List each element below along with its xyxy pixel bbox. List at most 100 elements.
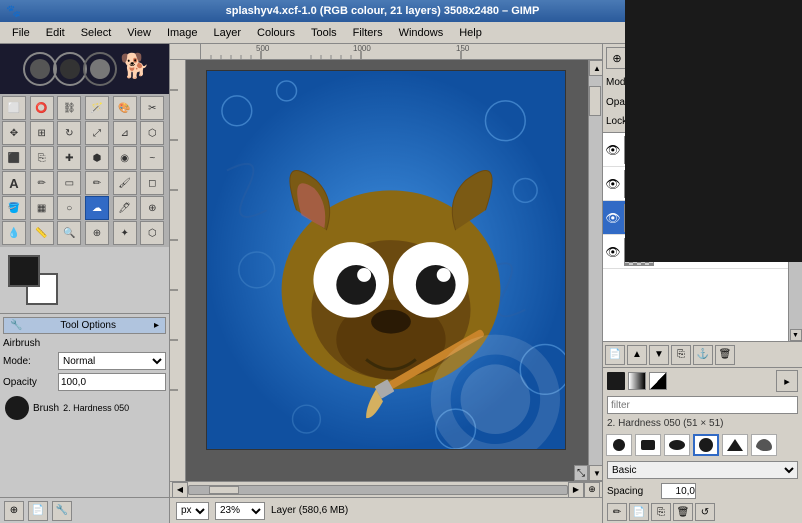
duplicate-layer-btn[interactable]: ⎘	[671, 345, 691, 365]
tool-rect-fill[interactable]: ▭	[57, 171, 81, 195]
brush-item[interactable]	[606, 434, 632, 456]
zoom-select[interactable]: 23%	[215, 502, 265, 520]
brush-edit-btn[interactable]: ✏	[607, 503, 627, 521]
scroll-left-arrow[interactable]: ◀	[172, 482, 188, 498]
tool-colorpicker[interactable]: 💧	[2, 221, 26, 245]
tool-scissors[interactable]: ✂	[140, 96, 164, 120]
color-squares[interactable]	[8, 255, 58, 305]
mode-select[interactable]: Normal	[58, 352, 166, 370]
tool-magnify[interactable]: ⊕	[85, 221, 109, 245]
bottom-icon-2[interactable]: 📄	[28, 501, 48, 521]
menu-help[interactable]: Help	[451, 25, 490, 41]
hscroll-track[interactable]	[188, 485, 568, 495]
layer-visibility-btn[interactable]: 👁	[605, 142, 621, 158]
tool-ink[interactable]: 🖊	[113, 196, 137, 220]
tool-rotate[interactable]: ↻	[57, 121, 81, 145]
brush-item[interactable]	[751, 434, 777, 456]
tool-text[interactable]: A	[2, 171, 26, 195]
unit-select[interactable]: px	[176, 502, 209, 520]
vscroll-thumb[interactable]	[589, 86, 601, 116]
scroll-up-arrow[interactable]: ▲	[589, 60, 602, 76]
raise-layer-btn[interactable]: ▲	[627, 345, 647, 365]
tool-bucket[interactable]: 🪣	[2, 196, 26, 220]
tool-blur[interactable]: ◉	[113, 146, 137, 170]
tool-free-select[interactable]: ⛓	[57, 96, 81, 120]
scroll-right-arrow[interactable]: ▶	[568, 482, 584, 498]
vertical-scrollbar[interactable]: ▲ ▼	[588, 60, 602, 481]
tool-options-header[interactable]: 🔧 Tool Options ▸	[3, 317, 166, 334]
tool-gradient[interactable]: ▦	[30, 196, 54, 220]
opacity-value[interactable]: 100,0	[58, 373, 166, 391]
canvas-corner-resize[interactable]: ⤡	[574, 465, 588, 481]
brush-item[interactable]	[635, 434, 661, 456]
brush-delete-btn[interactable]: 🗑	[673, 503, 693, 521]
tool-pencil[interactable]: ✏	[85, 171, 109, 195]
bottom-bar-left: ⊕ 📄 🔧	[0, 497, 169, 523]
menu-image[interactable]: Image	[159, 25, 206, 41]
menu-select[interactable]: Select	[73, 25, 120, 41]
brush-new-btn[interactable]: 📄	[629, 503, 649, 521]
tool-measure[interactable]: 📏	[30, 221, 54, 245]
tool-eraser[interactable]: ◻	[140, 171, 164, 195]
bottom-icon-3[interactable]: 🔧	[52, 501, 72, 521]
airbrush-label: Airbrush	[3, 338, 40, 349]
brush-refresh-btn[interactable]: ↺	[695, 503, 715, 521]
hscroll-thumb[interactable]	[209, 486, 239, 494]
layer-visibility-btn[interactable]: 👁	[605, 176, 621, 192]
tool-clone[interactable]: ⎘	[30, 146, 54, 170]
tool-crop[interactable]: ⬛	[2, 146, 26, 170]
lower-layer-btn[interactable]: ▼	[649, 345, 669, 365]
menu-colours[interactable]: Colours	[249, 25, 303, 41]
tool-path[interactable]: ✏	[30, 171, 54, 195]
canvas-ruler-top: 500 1000 150	[170, 44, 602, 60]
tool-scale[interactable]: ⤢	[85, 121, 109, 145]
menu-file[interactable]: File	[4, 25, 38, 41]
tool-move[interactable]: ✥	[2, 121, 26, 145]
canvas-scroll-area[interactable]: ▲ ▼ ⤡	[186, 60, 602, 481]
tool-zoom[interactable]: 🔍	[57, 221, 81, 245]
menu-layer[interactable]: Layer	[206, 25, 250, 41]
tool-color-select[interactable]: 🎨	[113, 96, 137, 120]
brushes-menu-arrow[interactable]: ▸	[776, 370, 798, 392]
brush-filter-input[interactable]	[607, 396, 798, 414]
menu-edit[interactable]: Edit	[38, 25, 73, 41]
new-layer-btn[interactable]: 📄	[605, 345, 625, 365]
menu-tools[interactable]: Tools	[303, 25, 345, 41]
menu-windows[interactable]: Windows	[391, 25, 452, 41]
delete-layer-btn[interactable]: 🗑	[715, 345, 735, 365]
tool-healing[interactable]: ✚	[57, 146, 81, 170]
tool-extra1[interactable]: ✦	[113, 221, 137, 245]
menu-view[interactable]: View	[119, 25, 159, 41]
tool-airbrush[interactable]: ☁	[85, 196, 109, 220]
tool-shear[interactable]: ⊿	[113, 121, 137, 145]
tool-smudge[interactable]: ~	[140, 146, 164, 170]
scroll-down-arrow[interactable]: ▼	[589, 465, 602, 481]
bottom-icon-1[interactable]: ⊕	[4, 501, 24, 521]
scroll-corner: ⊕	[584, 482, 600, 498]
tool-clone2[interactable]: ⊕	[140, 196, 164, 220]
brush-item[interactable]	[722, 434, 748, 456]
foreground-color[interactable]	[8, 255, 40, 287]
tool-options-collapse[interactable]: ▸	[154, 320, 159, 331]
menu-filters[interactable]: Filters	[345, 25, 391, 41]
tool-perspective-clone[interactable]: ⬢	[85, 146, 109, 170]
tool-align[interactable]: ⊞	[30, 121, 54, 145]
tool-paintbrush[interactable]: 🖌	[113, 171, 137, 195]
layer-visibility-btn[interactable]: 👁	[605, 210, 621, 226]
layer-item[interactable]: 👁 Laye Laye	[603, 133, 788, 167]
tool-fuzzy-select[interactable]: 🪄	[85, 96, 109, 120]
tool-perspective[interactable]: ⬡	[140, 121, 164, 145]
tool-extra2[interactable]: ⬡	[140, 221, 164, 245]
preset-select[interactable]: Basic	[607, 461, 798, 479]
tool-rect-select[interactable]: ⬜	[2, 96, 26, 120]
anchor-layer-btn[interactable]: ⚓	[693, 345, 713, 365]
tool-ellipse-select[interactable]: ⭕	[30, 96, 54, 120]
tool-dodge[interactable]: ○	[57, 196, 81, 220]
horizontal-scrollbar[interactable]: ◀ ▶ ⊕	[170, 481, 602, 497]
brush-copy-btn[interactable]: ⎘	[651, 503, 671, 521]
layer-visibility-btn[interactable]: 👁	[605, 244, 621, 260]
spacing-spinbox[interactable]: 10,0	[661, 483, 696, 499]
brush-item[interactable]	[664, 434, 690, 456]
brush-item-active[interactable]	[693, 434, 719, 456]
mode-row: Mode: Normal	[3, 352, 166, 370]
